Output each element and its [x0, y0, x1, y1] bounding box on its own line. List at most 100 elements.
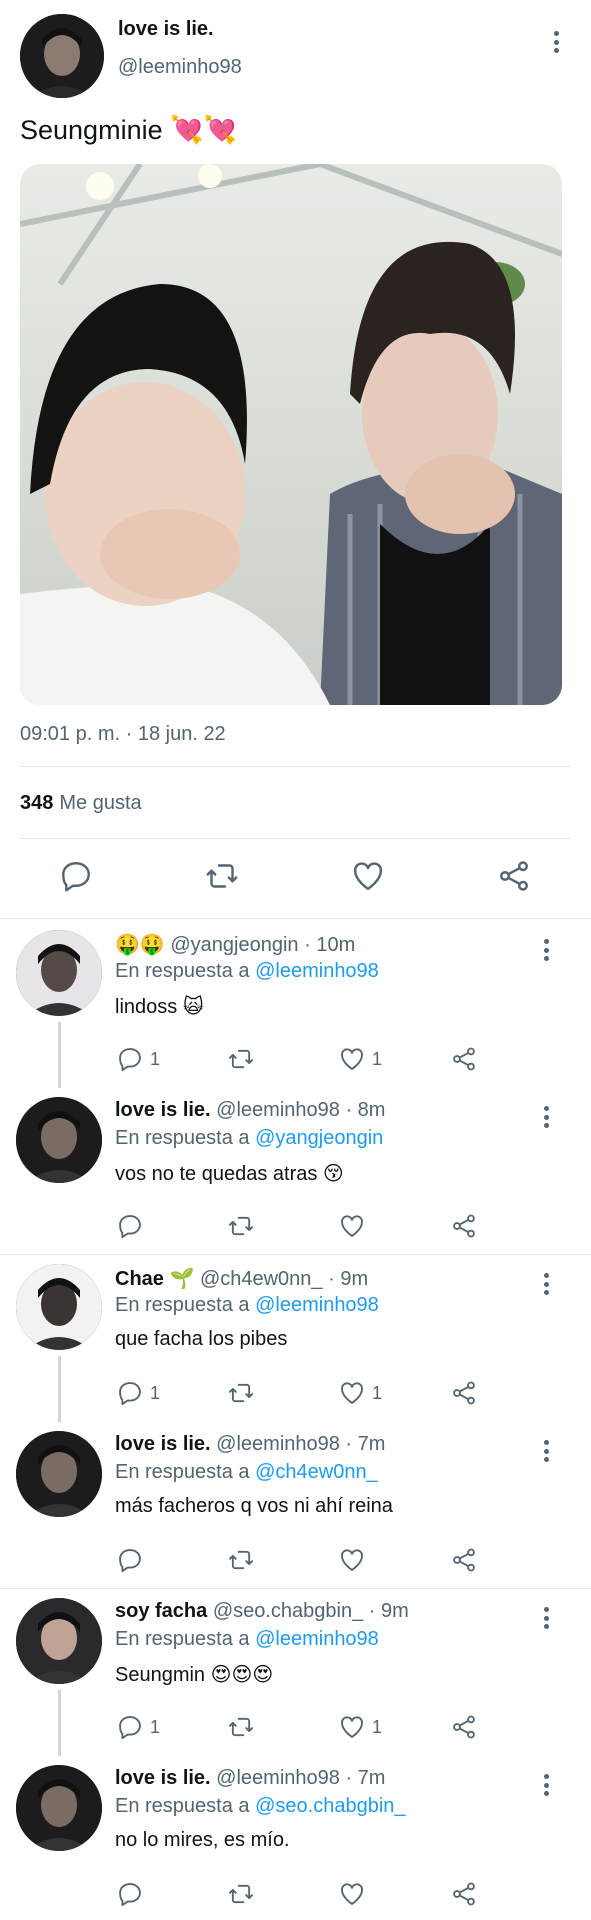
share-icon[interactable] — [450, 1879, 478, 1909]
share-icon[interactable] — [450, 1712, 478, 1742]
reply-time[interactable]: 7m — [358, 1767, 386, 1789]
replying-to-label: En respuesta a — [115, 1294, 250, 1316]
share-icon[interactable] — [496, 858, 532, 894]
more-options-icon[interactable] — [548, 28, 564, 56]
reply-icon[interactable] — [116, 1211, 150, 1241]
divider — [0, 918, 591, 919]
reply-author-name[interactable]: love is lie. — [115, 1767, 211, 1789]
main-tweet: love is lie. @leeminho98 Seungminie 💘💘 0… — [0, 0, 591, 919]
reply-header: 🤑🤑 @yangjeongin · 10m — [115, 932, 355, 957]
retweet-icon[interactable] — [227, 1545, 255, 1575]
tweet-text: Seungminie 💘💘 — [20, 115, 238, 145]
reply-handle[interactable]: @leeminho98 — [216, 1433, 340, 1455]
like-count: 1 — [372, 1048, 383, 1069]
reply-author-name[interactable]: love is lie. — [115, 1099, 211, 1121]
retweet-icon[interactable] — [227, 1378, 255, 1408]
like-icon[interactable]: 1 — [338, 1044, 382, 1074]
reply-icon[interactable]: 1 — [116, 1712, 160, 1742]
retweet-icon[interactable] — [204, 858, 240, 894]
reply-author-name[interactable]: 🤑🤑 — [115, 934, 170, 956]
share-icon[interactable] — [450, 1378, 478, 1408]
reply-text: vos no te quedas atras 😚 — [115, 1163, 344, 1185]
more-options-icon[interactable] — [538, 1771, 554, 1799]
more-options-icon[interactable] — [538, 936, 554, 964]
reply-action-bar: 1 1 — [0, 1044, 591, 1074]
retweet-icon[interactable] — [227, 1044, 255, 1074]
reply-time-sep: · — [363, 1600, 382, 1622]
mention-link[interactable]: @leeminho98 — [255, 1294, 379, 1316]
retweet-icon[interactable] — [227, 1712, 255, 1742]
reply-author-name[interactable]: soy facha — [115, 1600, 207, 1622]
reply-time[interactable]: 7m — [358, 1433, 386, 1455]
like-icon[interactable] — [338, 1545, 372, 1575]
more-options-icon[interactable] — [538, 1437, 554, 1465]
avatar[interactable] — [16, 1598, 102, 1684]
share-icon[interactable] — [450, 1211, 478, 1241]
mention-link[interactable]: @leeminho98 — [255, 1628, 379, 1650]
avatar[interactable] — [16, 1765, 102, 1851]
reply-icon[interactable]: 1 — [116, 1044, 160, 1074]
reply-time[interactable]: 9m — [381, 1600, 409, 1622]
reply-count: 1 — [150, 1716, 161, 1737]
reply-icon[interactable] — [116, 1879, 150, 1909]
avatar[interactable] — [16, 1097, 102, 1183]
avatar-image — [20, 14, 104, 98]
reply-tweet[interactable]: Chae 🌱 @ch4ew0nn_ · 9m En respuesta a @l… — [0, 1254, 591, 1422]
reply-time-sep: · — [339, 1767, 358, 1789]
replying-to-label: En respuesta a — [115, 1628, 250, 1650]
likes-row[interactable]: 348 Me gusta — [20, 792, 142, 815]
avatar[interactable] — [16, 1264, 102, 1350]
reply-time-sep: · — [339, 1433, 358, 1455]
reply-author-name[interactable]: love is lie. — [115, 1433, 211, 1455]
tweet-photo[interactable] — [20, 164, 562, 705]
reply-handle[interactable]: @seo.chabgbin_ — [213, 1600, 363, 1622]
like-icon[interactable] — [338, 1211, 372, 1241]
like-icon[interactable] — [350, 858, 386, 894]
mention-link[interactable]: @leeminho98 — [255, 960, 379, 982]
reply-tweet[interactable]: love is lie. @leeminho98 · 8m En respues… — [0, 1087, 591, 1254]
reply-tweet[interactable]: love is lie. @leeminho98 · 7m En respues… — [0, 1421, 591, 1588]
reply-author-name[interactable]: Chae 🌱 — [115, 1268, 194, 1290]
reply-time-sep: · — [339, 1099, 358, 1121]
like-icon[interactable] — [338, 1879, 372, 1909]
reply-time[interactable]: 8m — [358, 1099, 386, 1121]
share-icon[interactable] — [450, 1545, 478, 1575]
author-name[interactable]: love is lie. — [118, 18, 214, 41]
more-options-icon[interactable] — [538, 1103, 554, 1131]
reply-handle[interactable]: @leeminho98 — [216, 1767, 340, 1789]
reply-icon[interactable]: 1 — [116, 1378, 160, 1408]
reply-handle[interactable]: @yangjeongin — [170, 934, 298, 956]
reply-time[interactable]: 10m — [316, 934, 355, 956]
more-options-icon[interactable] — [538, 1604, 554, 1632]
mention-link[interactable]: @seo.chabgbin_ — [255, 1795, 405, 1817]
reply-header: love is lie. @leeminho98 · 7m — [115, 1767, 385, 1790]
reply-tweet[interactable]: soy facha @seo.chabgbin_ · 9m En respues… — [0, 1588, 591, 1756]
author-handle[interactable]: @leeminho98 — [118, 56, 242, 79]
tweet-action-bar — [0, 858, 591, 898]
avatar[interactable] — [16, 1431, 102, 1517]
replying-to: En respuesta a @ch4ew0nn_ — [115, 1461, 378, 1484]
reply-tweet[interactable]: 🤑🤑 @yangjeongin · 10m En respuesta a @le… — [0, 920, 591, 1088]
reply-handle[interactable]: @ch4ew0nn_ — [200, 1268, 323, 1290]
reply-handle[interactable]: @leeminho98 — [216, 1099, 340, 1121]
avatar-image — [16, 1598, 102, 1684]
more-options-icon[interactable] — [538, 1270, 554, 1298]
tweet-timestamp[interactable]: 09:01 p. m. · 18 jun. 22 — [20, 723, 226, 746]
reply-action-bar: 1 1 — [0, 1712, 591, 1742]
retweet-icon[interactable] — [227, 1879, 255, 1909]
retweet-icon[interactable] — [227, 1211, 255, 1241]
reply-text: no lo mires, es mío. — [115, 1829, 290, 1851]
reply-tweet[interactable]: love is lie. @leeminho98 · 7m En respues… — [0, 1755, 591, 1920]
avatar[interactable] — [20, 14, 104, 98]
like-icon[interactable]: 1 — [338, 1378, 382, 1408]
mention-link[interactable]: @ch4ew0nn_ — [255, 1461, 378, 1483]
avatar[interactable] — [16, 930, 102, 1016]
replying-to: En respuesta a @seo.chabgbin_ — [115, 1795, 406, 1818]
reply-icon[interactable] — [116, 1545, 150, 1575]
like-icon[interactable]: 1 — [338, 1712, 382, 1742]
reply-icon[interactable] — [58, 858, 94, 894]
share-icon[interactable] — [450, 1044, 478, 1074]
reply-time-sep: · — [322, 1268, 341, 1290]
reply-time[interactable]: 9m — [340, 1268, 368, 1290]
mention-link[interactable]: @yangjeongin — [255, 1127, 383, 1149]
